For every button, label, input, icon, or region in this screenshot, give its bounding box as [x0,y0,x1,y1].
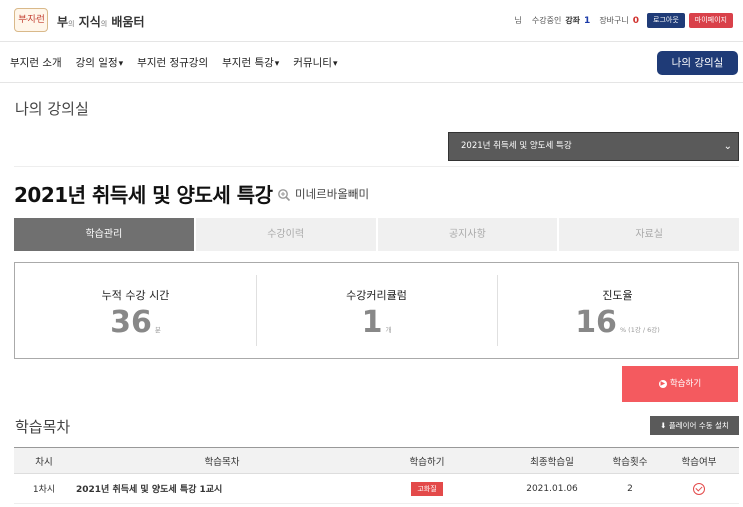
stat-unit: 분 [154,326,161,334]
tab-study-management[interactable]: 학습관리 [14,218,194,251]
curriculum-table: 차시 학습목차 학습하기 최종학습일 학습횟수 학습여부 1차시 2021년 취… [14,447,739,504]
lesson-title: 2021년 취득세 및 양도세 특강 1교시 [76,485,223,495]
stat-progress: 진도율 16% (1강 / 6강) [497,263,738,358]
course-tabs: 학습관리 수강이력 공지사항 자료실 [14,218,739,251]
nav-item-community[interactable]: 커뮤니티 [293,55,337,70]
enrolled-label: 수강중인 [531,16,562,25]
section-title: 학습목차 [15,418,71,436]
main-nav: 부지런 소개 강의 일정 부지런 정규강의 부지런 특강 커뮤니티 나의 강의실 [0,43,743,83]
install-button-label: 플레이어 수동 설치 [668,421,729,430]
nav-item-regular[interactable]: 부지런 정규강의 [137,55,208,70]
stat-value: 16 [575,305,617,340]
stat-label: 수강커리큘럼 [346,289,407,302]
divider [14,166,739,167]
course-select-value: 2021년 취득세 및 양도세 특강 [461,141,572,151]
tab-notices[interactable]: 공지사항 [377,218,558,251]
cart-label: 장바구니 [599,16,629,25]
stat-unit: 개 [385,326,392,334]
player-install-button[interactable]: ⬇ 플레이어 수동 설치 [650,416,739,435]
tab-resources[interactable]: 자료실 [559,218,739,251]
col-header: 학습목차 [204,456,240,468]
stat-value: 36 [110,305,152,340]
stat-value: 1 [361,305,383,340]
col-header: 학습하기 [409,456,445,468]
stat-unit: % (1강 / 6강) [619,326,660,334]
site-logo-text[interactable]: 부의 지식의 배움터 [57,13,145,30]
chevron-down-icon: ⌄ [723,141,732,152]
course-select[interactable]: 2021년 취득세 및 양도세 특강 ⌄ [448,132,739,161]
stat-label: 진도율 [602,289,633,302]
stat-label: 누적 수강 시간 [101,289,170,302]
col-header: 차시 [35,456,53,468]
teacher-name: 미네르바올빼미 [295,187,370,201]
enrolled-word: 강좌 [565,16,581,25]
user-info: 님 수강중인 강좌 1 장바구니 0 로그아웃 마이페이지 [514,13,733,28]
col-header: 학습여부 [681,456,717,468]
stat-study-time: 누적 수강 시간 36 분 [15,263,256,358]
download-icon: ⬇ [660,421,667,430]
table-header: 차시 학습목차 학습하기 최종학습일 학습횟수 학습여부 [14,448,739,474]
my-classroom-button[interactable]: 나의 강의실 [657,51,738,75]
course-title: 2021년 취득세 및 양도세 특강 [14,183,273,207]
mypage-button[interactable]: 마이페이지 [688,13,733,28]
nav-item-schedule[interactable]: 강의 일정 [76,55,124,70]
study-button-label: 학습하기 [669,379,702,389]
stat-curriculum: 수강커리큘럼 1개 [256,263,497,358]
check-circle-icon [693,482,705,495]
page-title: 나의 강의실 [15,100,89,118]
nav-item-special[interactable]: 부지런 특강 [222,55,279,70]
table-row: 1차시 2021년 취득세 및 양도세 특강 1교시 고화질 2021.01.0… [14,474,739,504]
logout-button[interactable]: 로그아웃 [647,13,685,28]
zoom-in-icon[interactable] [277,188,291,202]
lesson-number: 1차시 [32,485,56,495]
logo-badge[interactable]: 부·지·런 [14,8,48,32]
cart-count[interactable]: 0 [633,16,639,26]
play-icon: ▶ [658,379,667,388]
enrolled-count[interactable]: 1 [584,16,590,26]
study-button[interactable]: ▶ 학습하기 [622,366,738,402]
tab-history[interactable]: 수강이력 [195,218,376,251]
hd-play-button[interactable]: 고화질 [411,481,443,496]
nav-item-about[interactable]: 부지런 소개 [10,55,62,70]
site-header: 부·지·런 부의 지식의 배움터 님 수강중인 강좌 1 장바구니 0 로그아웃… [0,0,743,42]
user-name-suffix: 님 [514,16,522,25]
stats-panel: 누적 수강 시간 36 분 수강커리큘럼 1개 진도율 16% (1강 / 6강) [14,262,739,359]
